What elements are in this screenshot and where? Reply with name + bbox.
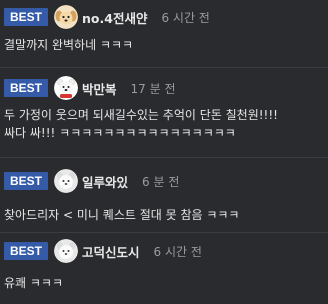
divider [0, 157, 328, 158]
best-badge: BEST [4, 8, 49, 26]
comment-header: BEST 일루와있 6 분 전 [4, 168, 179, 194]
timestamp: 6 시간 전 [161, 10, 210, 25]
timestamp: 6 시간 전 [153, 244, 202, 259]
nickname[interactable]: 고덕신도시 [82, 242, 140, 261]
comment-text: 두 가정이 웃으며 되새길수있는 추억이 단돈 칠천원!!!! 싸다 싸!!! … [4, 108, 278, 140]
comment-header: BEST no.4전새얀 6 시간 전 [4, 4, 210, 30]
nickname[interactable]: 박만복 [82, 79, 117, 98]
nickname[interactable]: no.4전새얀 [82, 8, 147, 27]
polar-bear-avatar-icon[interactable] [54, 76, 79, 100]
best-badge: BEST [4, 79, 49, 97]
best-badge: BEST [4, 172, 49, 190]
timestamp: 6 분 전 [142, 174, 180, 189]
dog-avatar-icon[interactable] [54, 5, 79, 29]
comment-text: 결말까지 완벽하네 ㅋㅋㅋ [4, 38, 134, 52]
divider [0, 67, 328, 68]
best-badge: BEST [4, 242, 49, 260]
comment-list: BEST no.4전새얀 6 시간 전 결말까지 완벽하네 ㅋㅋㅋ BEST 박… [0, 0, 328, 304]
comment-header: BEST 고덕신도시 6 시간 전 [4, 238, 202, 264]
timestamp: 17 분 전 [130, 81, 176, 96]
nickname[interactable]: 일루와있 [82, 172, 128, 191]
white-dog-avatar-icon[interactable] [54, 169, 79, 193]
divider [0, 232, 328, 233]
comment-header: BEST 박만복 17 분 전 [4, 75, 176, 101]
comment-text: 유쾌 ㅋㅋㅋ [4, 276, 64, 290]
white-dog-avatar-icon[interactable] [54, 239, 79, 263]
comment-text: 찾아드리자 < 미니 퀘스트 절대 못 참음 ㅋㅋㅋ [4, 208, 240, 222]
